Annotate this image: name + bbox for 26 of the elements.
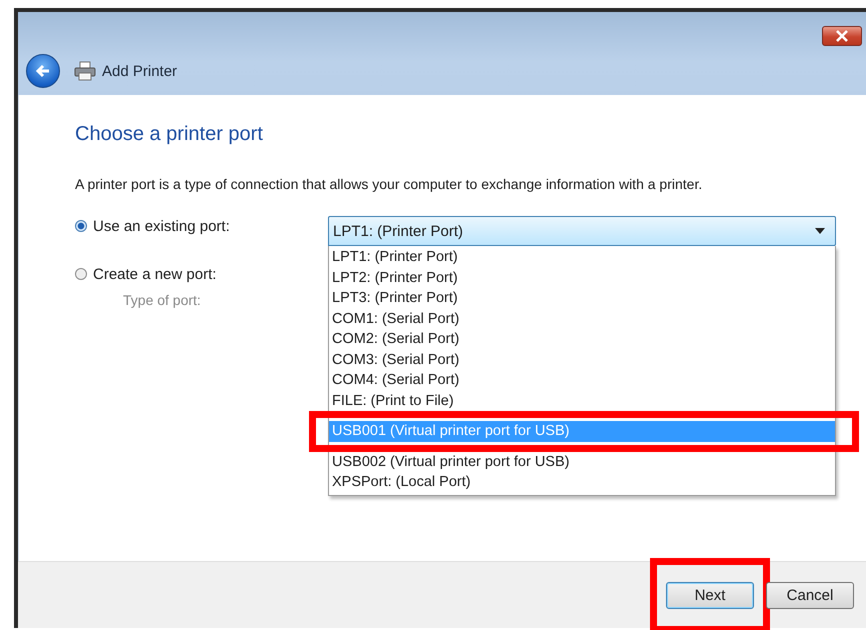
- port-list-item[interactable]: COM1: (Serial Port): [329, 308, 835, 329]
- radio-button[interactable]: [75, 220, 87, 232]
- port-list-item[interactable]: COM2: (Serial Port): [329, 329, 835, 350]
- close-button[interactable]: [822, 26, 862, 46]
- radio-button[interactable]: [75, 268, 87, 280]
- port-list-item[interactable]: XPSPort: (Local Port): [329, 472, 835, 492]
- dialog-button[interactable]: Next: [666, 582, 754, 608]
- close-icon: [835, 30, 849, 42]
- option-label[interactable]: Use an existing port:: [93, 218, 230, 234]
- description-text: A printer port is a type of connection that allows your computer to exchange information with a printer.: [75, 176, 704, 192]
- port-list-item[interactable]: USB002 (Virtual printer port for USB): [329, 452, 835, 472]
- window-title: Add Printer: [102, 62, 178, 80]
- back-button[interactable]: [26, 54, 60, 88]
- option-label[interactable]: Create a new port:: [93, 266, 216, 282]
- port-list-item[interactable]: FILE: (Print to File): [329, 390, 835, 411]
- port-list-item[interactable]: COM4: (Serial Port): [329, 370, 835, 390]
- port-list-item[interactable]: LPT2: (Printer Port): [329, 268, 835, 288]
- caret-icon: [815, 228, 825, 234]
- dialog-button[interactable]: Cancel: [766, 582, 854, 608]
- port-list-item[interactable]: COM3: (Serial Port): [329, 350, 835, 370]
- page-heading: Choose a printer port: [75, 123, 264, 146]
- port-dropdown[interactable]: LPT1: (Printer Port): [328, 216, 836, 246]
- port-list-item[interactable]: LPT1: (Printer Port): [329, 247, 835, 268]
- type-of-port-label: Type of port:: [123, 292, 201, 308]
- printer-icon: [74, 61, 96, 81]
- port-list-item[interactable]: LPT3: (Printer Port): [329, 288, 835, 308]
